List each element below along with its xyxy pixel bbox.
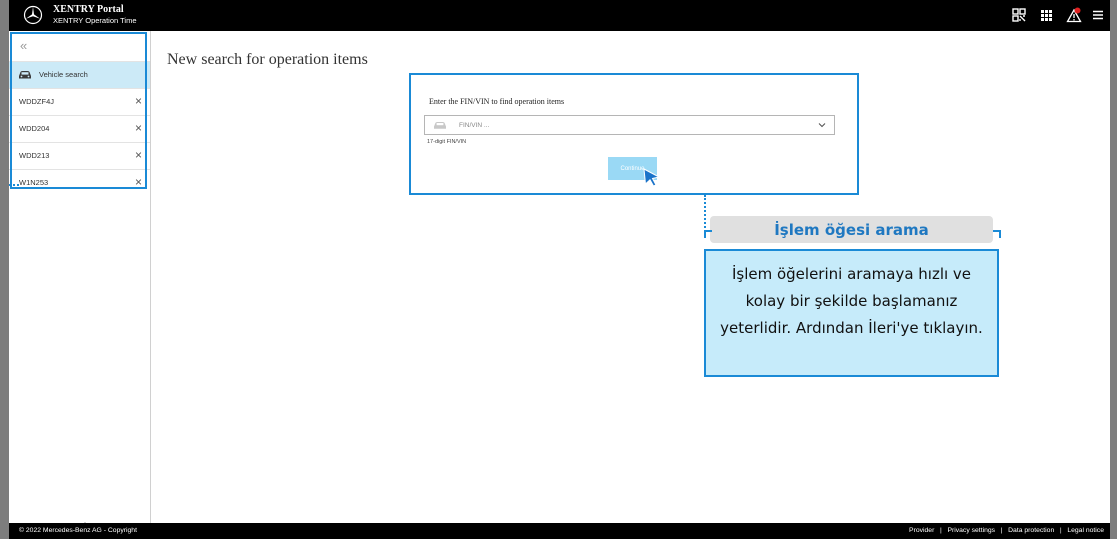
top-bar: XENTRY Portal XENTRY Operation Time — [9, 0, 1110, 31]
connector-dots — [704, 195, 706, 228]
tooltip-body: İşlem öğelerini aramaya hızlı ve kolay b… — [704, 249, 999, 377]
chevron-down-icon[interactable] — [817, 120, 827, 130]
alert-notification-icon[interactable] — [1066, 7, 1082, 23]
apps-grid-icon[interactable] — [1038, 7, 1054, 23]
app-title: XENTRY Portal — [53, 4, 124, 15]
menu-icon[interactable] — [1090, 7, 1106, 23]
tooltip-bracket — [704, 230, 712, 238]
tooltip-text: İşlem öğelerini aramaya hızlı ve kolay b… — [720, 265, 983, 337]
fin-vin-hint: 17-digit FIN/VIN — [427, 139, 467, 145]
fin-vin-input[interactable]: FIN/VIN ... — [424, 115, 835, 135]
car-icon — [434, 122, 446, 129]
tooltip-header: İşlem öğesi arama — [710, 216, 993, 243]
app-window: XENTRY Portal XENTRY Operation Time « Ve… — [9, 0, 1110, 539]
search-label: Enter the FIN/VIN to find operation item… — [429, 97, 565, 106]
mercedes-star-logo — [23, 5, 43, 25]
footer-copyright: © 2022 Mercedes-Benz AG - Copyright — [19, 527, 137, 534]
footer-links[interactable]: Provider | Privacy settings | Data prote… — [909, 527, 1104, 534]
footer: © 2022 Mercedes-Benz AG - Copyright Prov… — [9, 523, 1110, 539]
app-subtitle: XENTRY Operation Time — [53, 16, 137, 25]
connector-dots — [9, 184, 19, 186]
tooltip-bracket — [993, 230, 1001, 238]
mouse-cursor-icon — [643, 168, 661, 187]
search-card: Enter the FIN/VIN to find operation item… — [409, 73, 859, 195]
tooltip-title: İşlem öğesi arama — [774, 221, 929, 239]
qr-scan-icon[interactable] — [1011, 7, 1027, 23]
sidebar-highlight-frame — [10, 32, 147, 189]
page-title: New search for operation items — [167, 51, 368, 68]
fin-vin-placeholder: FIN/VIN ... — [459, 122, 490, 129]
